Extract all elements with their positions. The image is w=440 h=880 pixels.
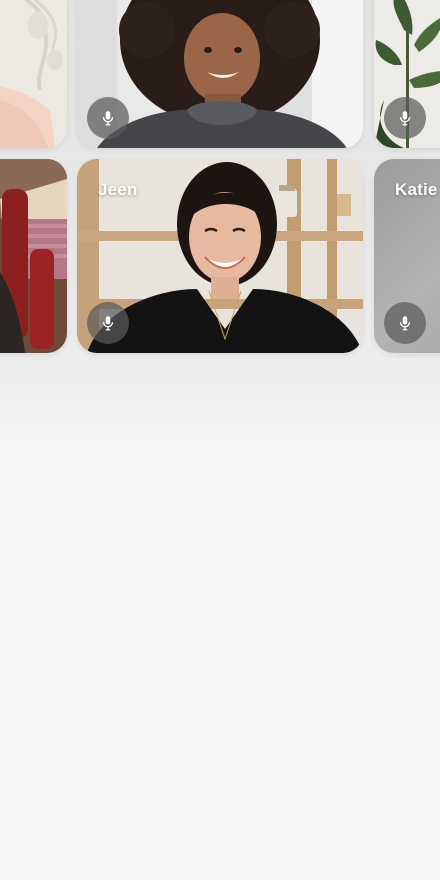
mic-button[interactable] [87, 302, 129, 344]
microphone-icon [399, 316, 411, 331]
participant-tile-jeen[interactable]: Jeen [77, 159, 363, 353]
participant-tile-4[interactable] [0, 159, 67, 353]
mic-button[interactable] [384, 302, 426, 344]
microphone-icon [399, 111, 411, 126]
participant-tile-2[interactable] [77, 0, 363, 148]
participant-tile-katie[interactable]: Katie [374, 159, 440, 353]
microphone-icon [102, 316, 114, 331]
mic-button[interactable] [384, 97, 426, 139]
microphone-icon [102, 111, 114, 126]
participant-video [0, 0, 67, 148]
participant-name-label: Jeen [98, 180, 138, 199]
participant-video [0, 159, 67, 353]
participant-name-label: Katie [395, 180, 438, 199]
video-call-grid: Jeen Katie [0, 0, 440, 880]
participant-tile-3[interactable] [374, 0, 440, 148]
mic-button[interactable] [87, 97, 129, 139]
participant-tile-1[interactable] [0, 0, 67, 148]
